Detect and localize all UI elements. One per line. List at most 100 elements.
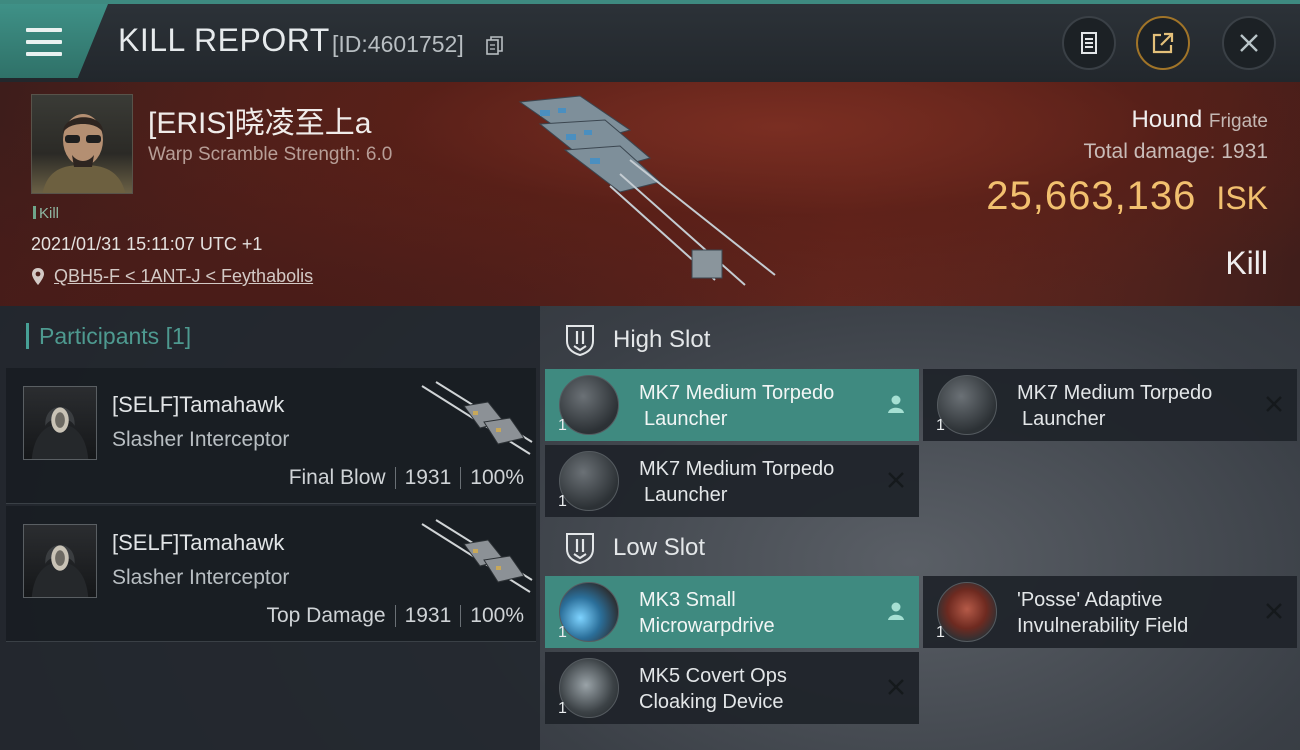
- close-icon: [1240, 34, 1258, 52]
- participant-ship-image: [421, 381, 533, 455]
- ship-class: Frigate: [1208, 111, 1268, 132]
- clipboard-icon: [1081, 32, 1097, 54]
- participant-stat-label: Final Blow: [288, 466, 386, 489]
- share-icon: [1152, 32, 1174, 54]
- low-slot-icon: [566, 533, 594, 565]
- location-pin-icon: [32, 268, 44, 285]
- torpedo-launcher-icon: [559, 375, 619, 435]
- item-quantity: 1: [558, 493, 567, 510]
- participant-name[interactable]: [SELF]Tamahawk: [112, 530, 284, 556]
- participant-row[interactable]: [SELF]Tamahawk Slasher Interceptor Final…: [6, 368, 536, 504]
- fitting-item[interactable]: 1 MK5 Covert Ops Cloaking Device: [545, 652, 919, 724]
- item-name: 'Posse' Adaptive Invulnerability Field: [1017, 587, 1247, 639]
- item-name-line2: Launcher: [1022, 408, 1106, 430]
- isk-unit: ISK: [1216, 180, 1268, 216]
- item-name-line2: Launcher: [644, 484, 728, 506]
- participant-stats: Final Blow 1931 100%: [289, 466, 524, 490]
- participants-count: [1]: [165, 323, 192, 349]
- participant-damage: 1931: [404, 466, 452, 489]
- item-name-line1: MK7 Medium Torpedo: [1017, 382, 1213, 404]
- item-name-line2: Invulnerability Field: [1017, 615, 1189, 637]
- isk-value: 25,663,136: [986, 174, 1197, 218]
- participants-title-label: Participants: [39, 323, 160, 349]
- participant-percent: 100%: [470, 466, 524, 489]
- participant-name[interactable]: [SELF]Tamahawk: [112, 392, 284, 418]
- participant-stats: Top Damage 1931 100%: [266, 604, 524, 628]
- kill-tag-label: Kill: [39, 205, 60, 222]
- total-damage-value: 1931: [1221, 140, 1268, 163]
- x-mark-icon: [888, 679, 904, 695]
- low-slot-label: Low Slot: [613, 534, 706, 561]
- item-quantity: 1: [936, 417, 945, 434]
- item-quantity: 1: [558, 417, 567, 434]
- kill-datetime: 2021/01/31 15:11:07 UTC +1: [31, 234, 263, 254]
- share-button[interactable]: [1136, 16, 1190, 70]
- microwarpdrive-icon: [559, 582, 619, 642]
- torpedo-launcher-icon: [559, 451, 619, 511]
- victim-name[interactable]: [ERIS]晓凌至上a: [148, 98, 371, 142]
- victim-ship-type[interactable]: Hound Frigate: [1131, 106, 1268, 134]
- item-name-line1: MK7 Medium Torpedo: [639, 382, 835, 404]
- warp-scramble-strength: Warp Scramble Strength: 6.0: [148, 144, 393, 165]
- clipboard-button[interactable]: [1062, 16, 1116, 70]
- close-button[interactable]: [1222, 16, 1276, 70]
- pilot-icon: [888, 602, 904, 620]
- copy-icon[interactable]: [486, 36, 504, 56]
- item-name: MK5 Covert Ops Cloaking Device: [639, 663, 869, 715]
- participant-percent: 100%: [470, 604, 524, 627]
- participant-portrait-image: [31, 544, 89, 597]
- item-name: MK3 Small Microwarpdrive: [639, 587, 869, 639]
- low-slot-header: Low Slot: [545, 518, 1300, 578]
- report-id: [ID:4601752]: [332, 31, 464, 57]
- fitting-item[interactable]: 1 MK3 Small Microwarpdrive: [545, 576, 919, 648]
- item-name-line1: MK5 Covert Ops: [639, 665, 787, 687]
- participant-ship-image: [421, 519, 533, 593]
- x-mark-icon: [1266, 603, 1282, 619]
- location-link[interactable]: QBH5-F < 1ANT-J < Feythabolis: [54, 266, 313, 287]
- torpedo-launcher-icon: [937, 375, 997, 435]
- item-name: MK7 Medium Torpedo Launcher: [639, 456, 869, 508]
- item-name: MK7 Medium Torpedo Launcher: [1017, 380, 1247, 432]
- item-name-line2: Microwarpdrive: [639, 615, 775, 637]
- participant-ship: Slasher Interceptor: [112, 566, 290, 589]
- participants-title: Participants [1]: [26, 323, 191, 350]
- item-name-line2: Cloaking Device: [639, 691, 784, 713]
- participant-damage: 1931: [404, 604, 452, 627]
- pilot-icon: [888, 395, 904, 413]
- result-label: Kill: [1225, 245, 1268, 281]
- ship-name: Hound: [1131, 106, 1203, 133]
- item-name-line1: MK7 Medium Torpedo: [639, 458, 835, 480]
- item-quantity: 1: [558, 624, 567, 641]
- item-name-line1: MK3 Small: [639, 589, 736, 611]
- fitting-item[interactable]: 1 MK7 Medium Torpedo Launcher: [545, 445, 919, 517]
- participant-row[interactable]: [SELF]Tamahawk Slasher Interceptor Top D…: [6, 506, 536, 642]
- participant-ship: Slasher Interceptor: [112, 428, 290, 451]
- item-name: MK7 Medium Torpedo Launcher: [639, 380, 869, 432]
- victim-portrait[interactable]: [31, 94, 133, 194]
- fitting-item[interactable]: 1 MK7 Medium Torpedo Launcher: [545, 369, 919, 441]
- fitting-item[interactable]: 1 'Posse' Adaptive Invulnerability Field: [923, 576, 1297, 648]
- fitting-item[interactable]: 1 MK7 Medium Torpedo Launcher: [923, 369, 1297, 441]
- x-mark-icon: [888, 472, 904, 488]
- x-mark-icon: [1266, 396, 1282, 412]
- page-title: KILL REPORT: [118, 22, 330, 58]
- participant-portrait: [23, 386, 97, 460]
- kill-tag: Kill: [33, 205, 59, 222]
- participant-portrait: [23, 524, 97, 598]
- participant-portrait-image: [31, 406, 89, 459]
- menu-icon: [26, 28, 62, 58]
- isk-value-row: 25,663,136 ISK: [986, 174, 1268, 219]
- victim-portrait-image: [42, 114, 126, 193]
- total-damage-label: Total damage:: [1083, 140, 1216, 163]
- item-quantity: 1: [558, 700, 567, 717]
- kill-location[interactable]: QBH5-F < 1ANT-J < Feythabolis: [31, 266, 313, 287]
- participant-stat-label: Top Damage: [266, 604, 386, 627]
- total-damage: Total damage: 1931: [1084, 140, 1268, 164]
- high-slot-label: High Slot: [613, 326, 711, 353]
- high-slot-header: High Slot: [545, 310, 1300, 370]
- victim-ship-image: [518, 95, 776, 286]
- item-name-line2: Launcher: [644, 408, 728, 430]
- cloaking-device-icon: [559, 658, 619, 718]
- invulnerability-field-icon: [937, 582, 997, 642]
- item-name-line1: 'Posse' Adaptive: [1017, 589, 1163, 611]
